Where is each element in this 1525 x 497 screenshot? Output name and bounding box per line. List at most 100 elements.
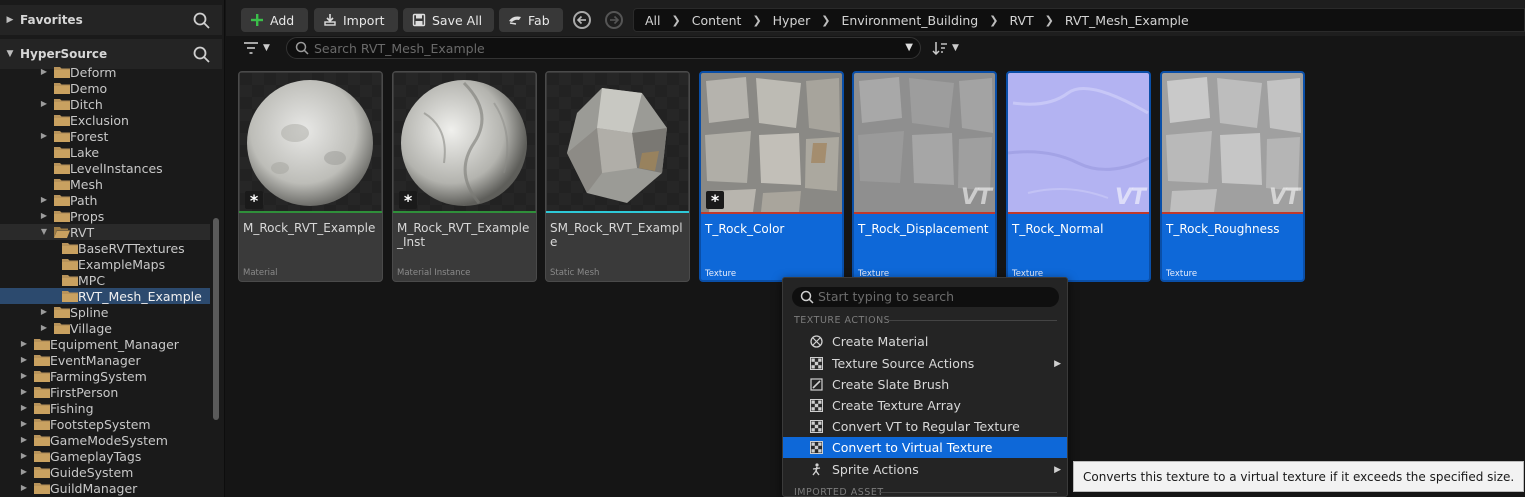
expand-arrow-icon[interactable]: ▶ — [19, 419, 29, 429]
save-all-button[interactable]: Save All — [403, 8, 494, 32]
expand-arrow-icon[interactable]: ▶ — [0, 15, 20, 25]
expand-arrow-icon[interactable]: ▶ — [39, 323, 49, 333]
collapse-arrow-icon[interactable]: ▼ — [0, 49, 20, 59]
expand-arrow-icon[interactable]: ▶ — [19, 371, 29, 381]
favorites-header[interactable]: ▶ Favorites — [0, 5, 222, 35]
breadcrumb-item[interactable]: Content — [681, 13, 753, 28]
chevron-right-icon[interactable]: ❯ — [752, 14, 761, 27]
asset-thumbnail: VT — [1162, 73, 1303, 212]
expand-arrow-icon[interactable]: ▶ — [39, 307, 49, 317]
menu-item[interactable]: Sprite Actions ▶ — [783, 459, 1067, 480]
tree-item[interactable]: ▶ Props — [0, 208, 210, 224]
sort-button[interactable]: ▼ — [932, 40, 964, 56]
tree-item[interactable]: ▶ GameplayTags — [0, 448, 210, 464]
tree-item[interactable]: ▶ Path — [0, 192, 210, 208]
folder-icon — [54, 226, 70, 238]
forward-button[interactable] — [605, 11, 623, 29]
menu-item[interactable]: Convert to Virtual Texture — [783, 437, 1067, 458]
tree-item[interactable]: Exclusion — [0, 112, 210, 128]
breadcrumb-item[interactable]: RVT_Mesh_Example — [1054, 13, 1200, 28]
expand-arrow-icon[interactable]: ▶ — [19, 435, 29, 445]
back-button[interactable] — [573, 11, 591, 29]
tree-item[interactable]: MPC — [0, 272, 210, 288]
tree-item[interactable]: ▶ GameModeSystem — [0, 432, 210, 448]
asset-tile[interactable]: * T_Rock_Color Texture — [699, 71, 844, 282]
tree-scrollbar[interactable] — [213, 218, 219, 420]
chevron-down-icon[interactable]: ▼ — [905, 42, 913, 53]
menu-item[interactable]: Texture Source Actions ▶ — [783, 353, 1067, 374]
expand-arrow-icon[interactable]: ▶ — [39, 211, 49, 221]
asset-tile[interactable]: * M_Rock_RVT_Example Material — [238, 71, 383, 282]
tree-item[interactable]: ▶ Ditch — [0, 96, 210, 112]
expand-arrow-icon[interactable]: ▶ — [19, 451, 29, 461]
tree-item[interactable]: ▶ GuideSystem — [0, 464, 210, 480]
tree-item[interactable]: ▶ Equipment_Manager — [0, 336, 210, 352]
expand-arrow-icon[interactable]: ▶ — [19, 483, 29, 493]
chevron-right-icon[interactable]: ❯ — [1045, 14, 1054, 27]
tree-item[interactable]: ▶ Deform — [0, 66, 210, 80]
import-button[interactable]: Import — [314, 8, 398, 32]
breadcrumb-item[interactable]: All — [634, 13, 672, 28]
asset-thumbnail: VT — [854, 73, 995, 212]
expand-arrow-icon[interactable]: ▶ — [39, 131, 49, 141]
asset-thumbnail: VT — [1008, 73, 1149, 212]
chevron-right-icon[interactable]: ❯ — [821, 14, 830, 27]
checker-icon — [810, 399, 823, 412]
expand-arrow-icon[interactable]: ▶ — [19, 467, 29, 477]
asset-tile[interactable]: VT T_Rock_Roughness Texture — [1160, 71, 1305, 282]
menu-item-label: Convert to Virtual Texture — [832, 440, 993, 455]
menu-item[interactable]: Create Texture Array — [783, 395, 1067, 416]
tree-item[interactable]: ▶ EventManager — [0, 352, 210, 368]
tree-item[interactable]: ▶ Village — [0, 320, 210, 336]
tree-item[interactable]: ▶ Spline — [0, 304, 210, 320]
tree-item[interactable]: ▶ GuildManager — [0, 480, 210, 496]
asset-tile[interactable]: SM_Rock_RVT_Example Static Mesh — [545, 71, 690, 282]
asset-tile[interactable]: VT T_Rock_Normal Texture — [1006, 71, 1151, 282]
asset-type-color-strip — [546, 211, 689, 213]
expand-arrow-icon[interactable]: ▶ — [39, 195, 49, 205]
menu-item[interactable]: Create Slate Brush — [783, 374, 1067, 395]
chevron-right-icon[interactable]: ❯ — [672, 14, 681, 27]
menu-item[interactable]: Create Material — [783, 331, 1067, 352]
tree-item[interactable]: Lake — [0, 144, 210, 160]
asset-type-label: Texture — [705, 269, 737, 279]
expand-arrow-icon[interactable]: ▶ — [39, 67, 49, 77]
search-icon[interactable] — [193, 46, 210, 63]
add-button[interactable]: Add — [241, 8, 308, 32]
breadcrumb-item[interactable]: Environment_Building — [830, 13, 989, 28]
tree-item[interactable]: ▶ Forest — [0, 128, 210, 144]
tree-item[interactable]: ▶ FirstPerson — [0, 384, 210, 400]
collapse-arrow-icon[interactable]: ▼ — [39, 227, 49, 237]
tree-item[interactable]: ▼ RVT — [0, 224, 210, 240]
tree-item[interactable]: BaseRVTTextures — [0, 240, 210, 256]
expand-arrow-icon[interactable]: ▶ — [19, 387, 29, 397]
tree-item[interactable]: ▶ Fishing — [0, 400, 210, 416]
asset-tile[interactable]: VT T_Rock_Displacement Texture — [852, 71, 997, 282]
filter-button[interactable]: ▼ — [243, 40, 277, 56]
search-icon[interactable] — [193, 12, 210, 29]
search-input[interactable]: Search RVT_Mesh_Example ▼ — [286, 37, 921, 59]
arrow-right-icon — [610, 15, 619, 25]
tree-item[interactable]: ▶ FarmingSystem — [0, 368, 210, 384]
menu-search-input[interactable]: Start typing to search — [792, 287, 1059, 307]
breadcrumb-item[interactable]: Hyper — [762, 13, 822, 28]
expand-arrow-icon[interactable]: ▶ — [19, 339, 29, 349]
hypersource-header[interactable]: ▼ HyperSource — [0, 39, 222, 69]
tree-item[interactable]: Demo — [0, 80, 210, 96]
menu-item[interactable]: Convert VT to Regular Texture — [783, 416, 1067, 437]
breadcrumb-item[interactable]: RVT — [998, 13, 1044, 28]
expand-arrow-icon[interactable]: ▶ — [19, 355, 29, 365]
sources-panel: ▶ Favorites ▼ HyperSource ▶ Deform Demo ▶ Di… — [0, 0, 225, 497]
chevron-right-icon[interactable]: ❯ — [989, 14, 998, 27]
tree-item[interactable]: ▶ FootstepSystem — [0, 416, 210, 432]
tree-item[interactable]: LevelInstances — [0, 160, 210, 176]
fab-button[interactable]: Fab — [499, 8, 563, 32]
asset-tile[interactable]: * M_Rock_RVT_Example_Inst Material Instanc… — [392, 71, 537, 282]
tree-item[interactable]: ExampleMaps — [0, 256, 210, 272]
folder-icon — [54, 194, 70, 206]
folder-icon — [34, 434, 50, 446]
tree-item[interactable]: Mesh — [0, 176, 210, 192]
expand-arrow-icon[interactable]: ▶ — [39, 99, 49, 109]
expand-arrow-icon[interactable]: ▶ — [19, 403, 29, 413]
tree-item[interactable]: RVT_Mesh_Example — [0, 288, 210, 304]
